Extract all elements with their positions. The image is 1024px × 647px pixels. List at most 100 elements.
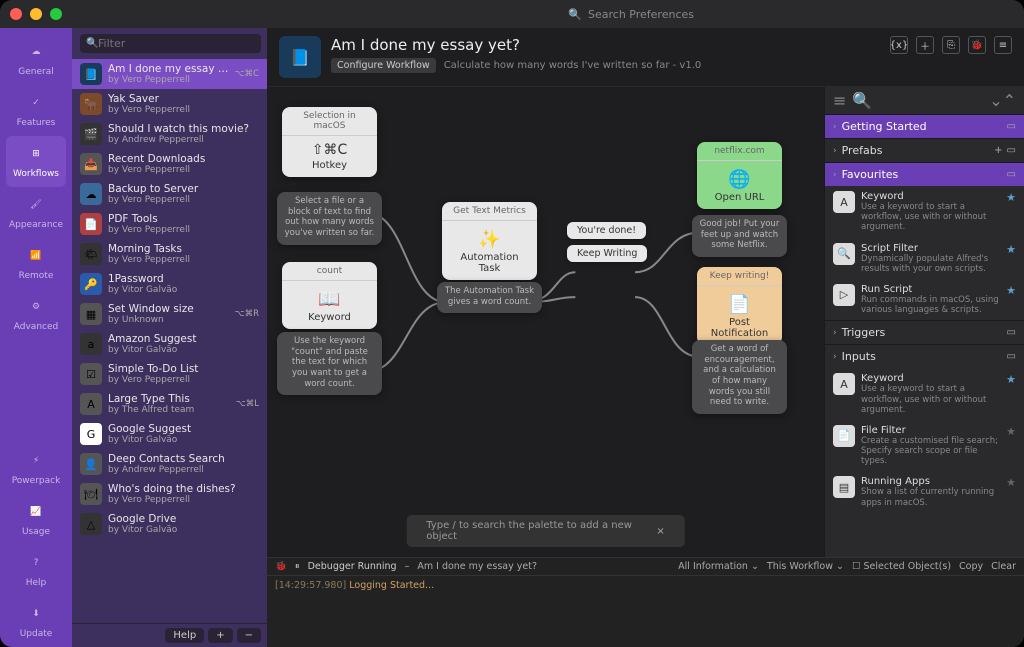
chevron-right-icon: ›: [833, 352, 837, 362]
copy-button[interactable]: Copy: [959, 561, 983, 572]
inspector-item[interactable]: ▷Run ScriptRun commands in macOS, using …: [825, 279, 1024, 320]
minimize-window[interactable]: [30, 8, 42, 20]
menu-icon[interactable]: ≡: [833, 91, 846, 110]
workflow-row[interactable]: GGoogle Suggestby Vitor Galvão: [72, 419, 267, 449]
help-button[interactable]: Help: [165, 628, 204, 643]
inspector-section-triggers[interactable]: ›Triggers▭: [825, 320, 1024, 344]
collapse-icon[interactable]: ⌄⌃: [989, 91, 1016, 110]
header-tool[interactable]: 🐞: [968, 36, 986, 54]
titlebar: 🔍 Search Preferences: [0, 0, 1024, 28]
workflow-row[interactable]: 🐂Yak Saverby Vero Pepperrell: [72, 89, 267, 119]
workflow-item-icon: 🎬: [80, 123, 102, 145]
star-icon[interactable]: ★: [1006, 284, 1016, 297]
workflow-row[interactable]: ALarge Type Thisby The Alfred team⌥⌘L: [72, 389, 267, 419]
star-icon[interactable]: ★: [1006, 373, 1016, 386]
sidebar-item-update[interactable]: ⬇Update: [6, 596, 66, 647]
section-tool[interactable]: ▭: [1007, 351, 1016, 362]
inspector-item[interactable]: AKeywordUse a keyword to start a workflo…: [825, 186, 1024, 238]
header-tool[interactable]: ≡: [994, 36, 1012, 54]
chevron-right-icon: ›: [833, 328, 837, 338]
pause-icon[interactable]: ⏸: [295, 561, 300, 572]
search-placeholder[interactable]: Search Preferences: [588, 8, 694, 21]
node-open-url[interactable]: netflix.com 🌐 Open URL: [697, 142, 782, 209]
inspector-item[interactable]: AKeywordUse a keyword to start a workflo…: [825, 368, 1024, 420]
star-icon[interactable]: ★: [1006, 425, 1016, 438]
workflow-row[interactable]: 🌤Morning Tasksby Vero Pepperrell: [72, 239, 267, 269]
sidebar-item-powerpack[interactable]: ⚡Powerpack: [6, 443, 66, 494]
close-window[interactable]: [10, 8, 22, 20]
sidebar-item-remote[interactable]: 📶Remote: [6, 238, 66, 289]
node-keyword-desc: Use the keyword "count" and paste the te…: [277, 332, 382, 395]
workflow-row[interactable]: ☁Backup to Serverby Vero Pepperrell: [72, 179, 267, 209]
workflow-row[interactable]: aAmazon Suggestby Vitor Galvão: [72, 329, 267, 359]
workflow-row[interactable]: 📄PDF Toolsby Vero Pepperrell: [72, 209, 267, 239]
workflow-row[interactable]: ▦Set Window sizeby Unknown⌥⌘R: [72, 299, 267, 329]
search-icon[interactable]: 🔍: [852, 91, 872, 110]
add-workflow-button[interactable]: +: [208, 628, 232, 643]
workflow-canvas[interactable]: Selection in macOS ⇧⌘C Hotkey Select a f…: [267, 87, 824, 557]
palette-hint[interactable]: Type / to search the palette to add a ne…: [406, 515, 685, 547]
workflow-item-icon: 👤: [80, 453, 102, 475]
log-message: Logging Started...: [349, 580, 434, 591]
info-dropdown[interactable]: All Information ⌄: [678, 561, 759, 572]
workflow-row[interactable]: 🎬Should I watch this movie?by Andrew Pep…: [72, 119, 267, 149]
configure-workflow-button[interactable]: Configure Workflow: [331, 58, 436, 73]
log-timestamp: [14:29:57.980]: [275, 580, 346, 591]
bug-icon[interactable]: 🐞: [275, 561, 287, 572]
node-keyword[interactable]: count 📖 Keyword: [282, 262, 377, 329]
workflow-row[interactable]: 🔑1Passwordby Vitor Galvão: [72, 269, 267, 299]
section-tool[interactable]: +: [994, 145, 1002, 156]
section-tool[interactable]: ▭: [1007, 169, 1016, 180]
workflow-title: Am I done my essay yet?: [331, 36, 880, 54]
inspector-item[interactable]: 📄File FilterCreate a customised file sea…: [825, 420, 1024, 472]
header-tool[interactable]: {x}: [890, 36, 908, 54]
node-post-notification[interactable]: Keep writing! 📄 Post Notification: [697, 267, 782, 345]
maximize-window[interactable]: [50, 8, 62, 20]
powerpack-icon: ⚡: [24, 449, 48, 473]
workflow-row[interactable]: ☑Simple To-Do Listby Vero Pepperrell: [72, 359, 267, 389]
inspector-section-inputs[interactable]: ›Inputs▭: [825, 344, 1024, 368]
remote-icon: 📶: [24, 244, 48, 268]
scope-dropdown[interactable]: This Workflow ⌄: [767, 561, 844, 572]
selected-checkbox[interactable]: ☐ Selected Object(s): [852, 561, 951, 572]
debugger-context: Am I done my essay yet?: [417, 561, 537, 572]
star-icon[interactable]: ★: [1006, 476, 1016, 489]
workflow-row[interactable]: 📥Recent Downloadsby Vero Pepperrell: [72, 149, 267, 179]
section-tool[interactable]: ▭: [1007, 121, 1016, 132]
inspector-item[interactable]: 🔍Script FilterDynamically populate Alfre…: [825, 238, 1024, 279]
branch-done[interactable]: You're done!: [567, 222, 646, 239]
node-notif-desc: Get a word of encouragement, and a calcu…: [692, 340, 787, 414]
sidebar-item-help[interactable]: ?Help: [6, 545, 66, 596]
workflow-row[interactable]: △Google Driveby Vitor Galvão: [72, 509, 267, 539]
inspector-section-favourites[interactable]: ›Favourites▭: [825, 162, 1024, 186]
workflow-row[interactable]: 👤Deep Contacts Searchby Andrew Pepperrel…: [72, 449, 267, 479]
section-tool[interactable]: ▭: [1007, 145, 1016, 156]
sidebar-item-general[interactable]: ☁General: [6, 34, 66, 85]
sidebar-item-appearance[interactable]: 🖌Appearance: [6, 187, 66, 238]
workflow-row[interactable]: 🍽Who's doing the dishes?by Vero Pepperre…: [72, 479, 267, 509]
header-tool[interactable]: ＋: [916, 36, 934, 54]
sparkle-icon: ✨: [450, 229, 529, 250]
workflow-filter-input[interactable]: [80, 34, 261, 53]
header-tool[interactable]: ⎘: [942, 36, 960, 54]
sidebar-item-usage[interactable]: 📈Usage: [6, 494, 66, 545]
chevron-right-icon: ›: [833, 146, 837, 156]
chevron-right-icon: ›: [833, 170, 837, 180]
node-automation-task[interactable]: Get Text Metrics ✨ Automation Task: [442, 202, 537, 280]
close-icon[interactable]: ×: [656, 526, 664, 537]
node-hotkey[interactable]: Selection in macOS ⇧⌘C Hotkey: [282, 107, 377, 177]
clear-button[interactable]: Clear: [991, 561, 1016, 572]
sidebar-item-features[interactable]: ✓Features: [6, 85, 66, 136]
inspector-section-prefabs[interactable]: ›Prefabs+▭: [825, 138, 1024, 162]
inspector-section-getting-started[interactable]: ›Getting Started▭: [825, 114, 1024, 138]
workflow-icon: 📘: [279, 36, 321, 78]
star-icon[interactable]: ★: [1006, 243, 1016, 256]
section-tool[interactable]: ▭: [1007, 327, 1016, 338]
branch-keep-writing[interactable]: Keep Writing: [567, 245, 647, 262]
sidebar-item-advanced[interactable]: ⚙Advanced: [6, 289, 66, 340]
sidebar-item-workflows[interactable]: ⊞Workflows: [6, 136, 66, 187]
star-icon[interactable]: ★: [1006, 191, 1016, 204]
remove-workflow-button[interactable]: −: [237, 628, 261, 643]
workflow-row[interactable]: 📘Am I done my essay yet?by Vero Pepperre…: [72, 59, 267, 89]
inspector-item[interactable]: ▤Running AppsShow a list of currently ru…: [825, 471, 1024, 512]
